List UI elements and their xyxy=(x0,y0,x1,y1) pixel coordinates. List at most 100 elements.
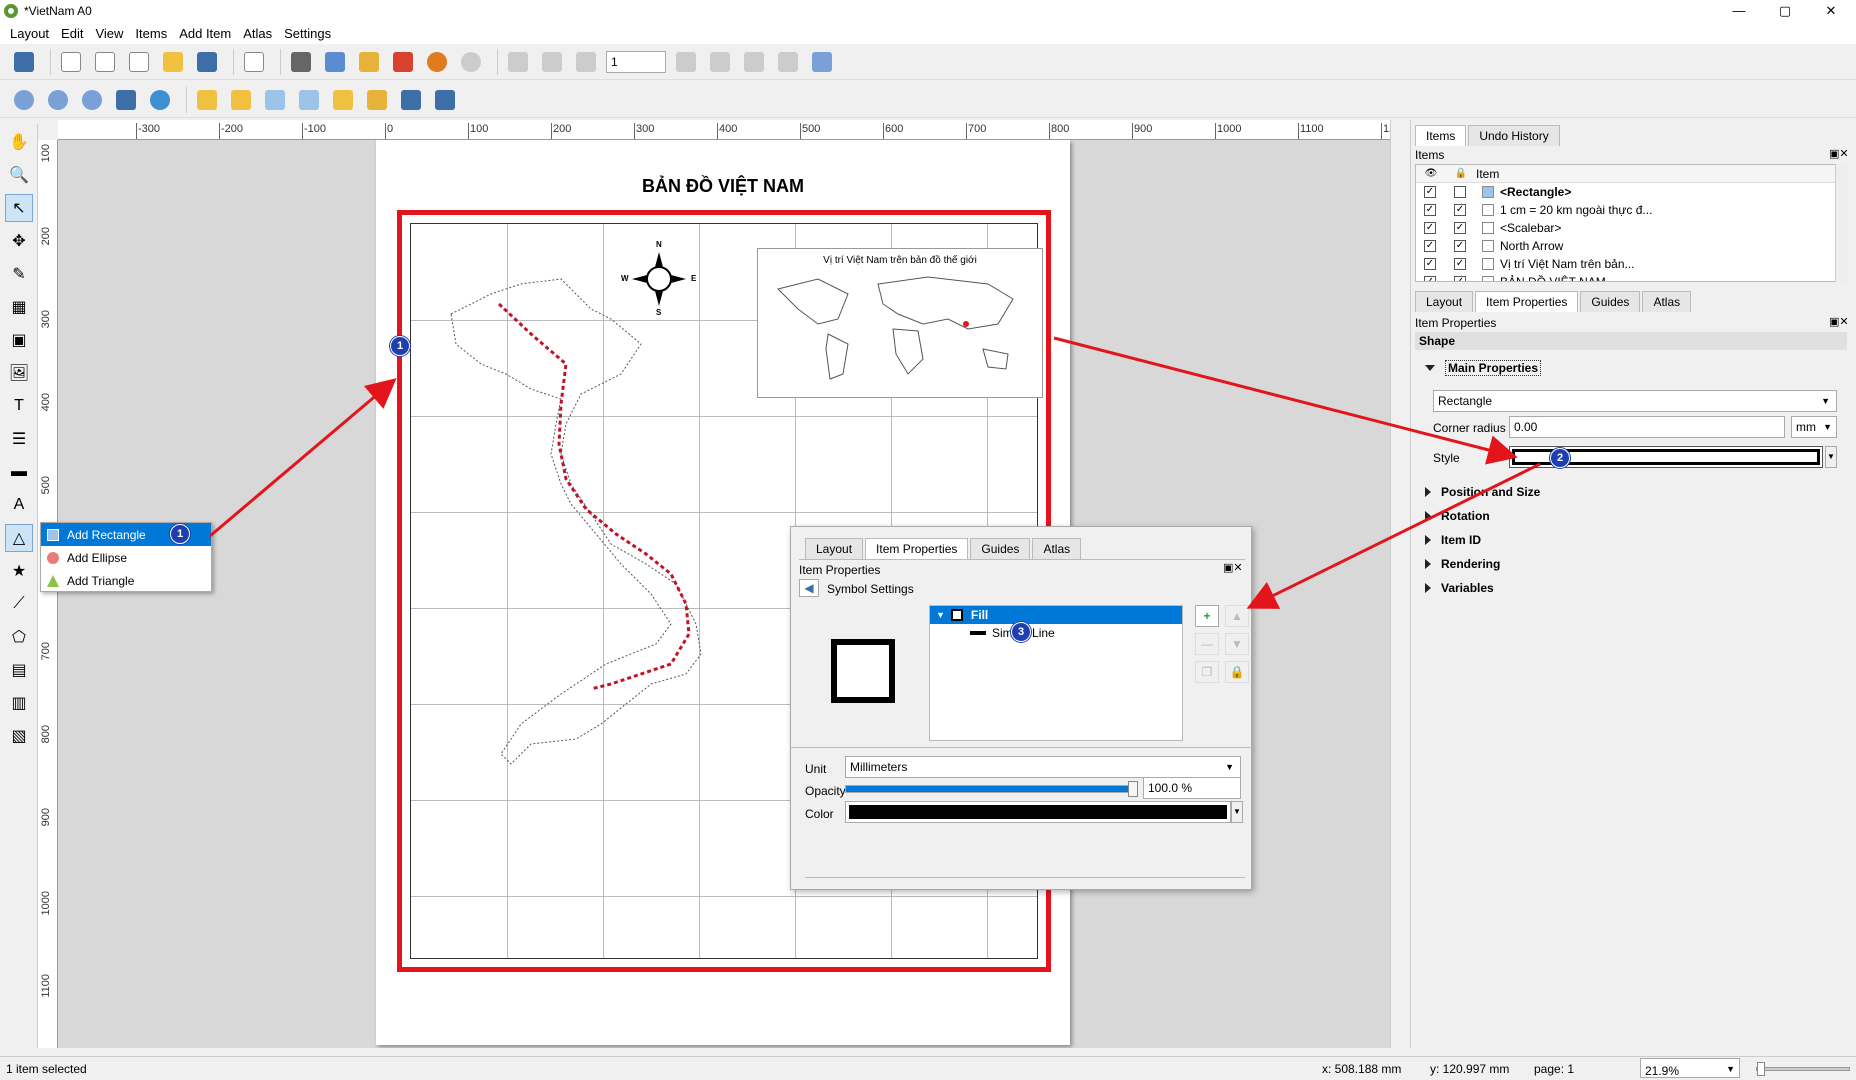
export-svg-button[interactable] xyxy=(355,48,383,76)
group-items-button[interactable] xyxy=(261,86,289,114)
layout-manager-button[interactable] xyxy=(125,48,153,76)
visibility-checkbox[interactable]: ✓ xyxy=(1424,222,1436,234)
select-tool[interactable]: ↖ xyxy=(5,194,33,222)
items-scrollbar[interactable] xyxy=(1835,164,1847,282)
section-variables[interactable]: Variables xyxy=(1411,576,1540,600)
add-scalebar-tool[interactable]: ▬ xyxy=(5,458,33,486)
close-button[interactable]: ✕ xyxy=(1808,0,1854,22)
align-items-button[interactable] xyxy=(363,86,391,114)
lock-checkbox[interactable]: ✓ xyxy=(1454,276,1466,281)
tab-atlas[interactable]: Atlas xyxy=(1642,291,1692,312)
menu-view[interactable]: View xyxy=(89,26,129,41)
main-properties-section[interactable]: Main Properties xyxy=(1411,356,1542,380)
raise-items-button[interactable] xyxy=(193,86,221,114)
menu-items[interactable]: Items xyxy=(129,26,173,41)
back-button[interactable]: ◀ xyxy=(799,579,819,597)
add-shape-tool[interactable]: △ xyxy=(5,524,33,552)
last-feature-button[interactable] xyxy=(706,48,734,76)
tab-guides[interactable]: Guides xyxy=(1580,291,1641,312)
menu-layout[interactable]: Layout xyxy=(4,26,55,41)
add-label-tool[interactable]: T xyxy=(5,392,33,420)
opacity-slider-handle[interactable] xyxy=(1128,781,1138,797)
first-feature-button[interactable] xyxy=(538,48,566,76)
items-tree-row[interactable]: ✓ ✓ BẢN ĐỒ VIỆT NAM xyxy=(1416,273,1846,281)
menu-item-add-triangle[interactable]: Add Triangle xyxy=(41,569,211,592)
symbol-layer-simple-line[interactable]: Simple Line xyxy=(930,624,1182,642)
opacity-spinbox[interactable]: 100.0 % xyxy=(1143,777,1241,799)
remove-symbol-layer-button[interactable]: — xyxy=(1195,633,1219,655)
lock-items-button[interactable] xyxy=(329,86,357,114)
undo-button[interactable] xyxy=(423,48,451,76)
add-north-arrow-tool[interactable]: A xyxy=(5,491,33,519)
section-rendering[interactable]: Rendering xyxy=(1411,552,1540,576)
tab-layout[interactable]: Layout xyxy=(805,538,864,559)
zoom-actual-button[interactable] xyxy=(78,86,106,114)
lower-items-button[interactable] xyxy=(227,86,255,114)
visibility-checkbox[interactable]: ✓ xyxy=(1424,276,1436,281)
menu-settings[interactable]: Settings xyxy=(278,26,337,41)
color-button[interactable] xyxy=(845,801,1231,823)
symbol-layer-fill[interactable]: ▼ Fill xyxy=(930,606,1182,624)
duplicate-symbol-layer-button[interactable]: ❐ xyxy=(1195,661,1219,683)
add-attribute-table-tool[interactable]: ▥ xyxy=(5,689,33,717)
pan-tool[interactable]: ✋ xyxy=(5,128,33,156)
items-tree-row[interactable]: ✓ ✓ Vị trí Việt Nam trên bản... xyxy=(1416,255,1846,273)
canvas-vertical-scrollbar[interactable] xyxy=(1390,120,1404,1048)
previous-feature-button[interactable] xyxy=(572,48,600,76)
move-up-button[interactable]: ▲ xyxy=(1225,605,1249,627)
section-rotation[interactable]: Rotation xyxy=(1411,504,1540,528)
items-tree-row[interactable]: ✓ ✓ 1 cm = 20 km ngoài thực đ... xyxy=(1416,201,1846,219)
style-dropdown-button[interactable]: ▼ xyxy=(1825,446,1837,468)
ungroup-items-button[interactable] xyxy=(295,86,323,114)
zoom-in-button[interactable] xyxy=(10,86,38,114)
add-symbol-layer-button[interactable]: + xyxy=(1195,605,1219,627)
lock-checkbox[interactable]: ✓ xyxy=(1454,258,1466,270)
zoom-tool[interactable]: 🔍 xyxy=(5,161,33,189)
add-fixed-table-tool[interactable]: ▧ xyxy=(5,722,33,750)
add-3d-map-tool[interactable]: ▣ xyxy=(5,326,33,354)
atlas-page-field[interactable]: 1 xyxy=(606,50,666,73)
zoom-combo[interactable]: 21.9% ▼ xyxy=(1640,1058,1740,1078)
tab-items[interactable]: Items xyxy=(1415,125,1467,146)
refresh-button[interactable] xyxy=(146,86,174,114)
section-position-and-size[interactable]: Position and Size xyxy=(1411,480,1540,504)
tab-guides[interactable]: Guides xyxy=(970,538,1031,559)
items-tree-row[interactable]: ✓ ✓ <Scalebar> xyxy=(1416,219,1846,237)
move-content-tool[interactable]: ✥ xyxy=(5,227,33,255)
menu-item-add-ellipse[interactable]: Add Ellipse xyxy=(41,546,211,569)
zoom-slider[interactable] xyxy=(1756,1062,1850,1076)
export-pdf-button[interactable] xyxy=(389,48,417,76)
add-polygon-tool[interactable]: ⬠ xyxy=(5,623,33,651)
atlas-settings-button[interactable] xyxy=(808,48,836,76)
items-tree-row[interactable]: ✓ ✓ North Arrow xyxy=(1416,237,1846,255)
export-image-button[interactable] xyxy=(321,48,349,76)
color-dropdown-button[interactable]: ▼ xyxy=(1231,801,1243,823)
lock-checkbox[interactable] xyxy=(1454,186,1466,198)
minimize-button[interactable]: — xyxy=(1716,0,1762,22)
tab-layout[interactable]: Layout xyxy=(1415,291,1474,312)
visibility-checkbox[interactable]: ✓ xyxy=(1424,204,1436,216)
add-marker-tool[interactable]: ★ xyxy=(5,557,33,585)
add-legend-tool[interactable]: ☰ xyxy=(5,425,33,453)
tab-item-properties[interactable]: Item Properties xyxy=(865,538,969,559)
save-template-button[interactable] xyxy=(193,48,221,76)
redo-button[interactable] xyxy=(457,48,485,76)
move-down-button[interactable]: ▼ xyxy=(1225,633,1249,655)
maximize-button[interactable]: ▢ xyxy=(1762,0,1808,22)
save-layout-button[interactable] xyxy=(10,48,38,76)
visibility-checkbox[interactable]: ✓ xyxy=(1424,258,1436,270)
unit-select[interactable]: Millimeters ▼ xyxy=(845,756,1241,778)
next-feature-button[interactable] xyxy=(672,48,700,76)
panel-float-close-icon[interactable]: ▣✕ xyxy=(1223,561,1243,574)
open-template-button[interactable] xyxy=(159,48,187,76)
tab-undo-history[interactable]: Undo History xyxy=(1468,125,1560,146)
resize-items-button[interactable] xyxy=(431,86,459,114)
items-tree-row[interactable]: ✓ <Rectangle> xyxy=(1416,183,1846,201)
visibility-checkbox[interactable]: ✓ xyxy=(1424,186,1436,198)
zoom-full-button[interactable] xyxy=(112,86,140,114)
properties-float-close-icon[interactable]: ▣✕ xyxy=(1829,315,1849,328)
add-picture-tool[interactable]: 🖼 xyxy=(5,359,33,387)
page-setup-button[interactable] xyxy=(240,48,268,76)
add-map-tool[interactable]: ▦ xyxy=(5,293,33,321)
corner-unit-select[interactable]: mm ▼ xyxy=(1791,416,1837,438)
